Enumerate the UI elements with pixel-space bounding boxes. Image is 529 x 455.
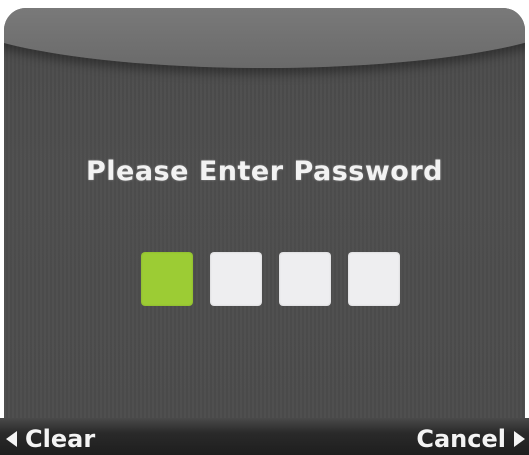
dialog-header xyxy=(4,8,525,68)
arrow-right-icon xyxy=(514,430,525,447)
pin-digit-4[interactable] xyxy=(348,252,400,306)
clear-label: Clear xyxy=(25,424,96,453)
clear-button[interactable]: Clear xyxy=(6,422,95,455)
pin-entry[interactable] xyxy=(141,252,411,308)
password-screen: Please Enter Password Clear Cancel xyxy=(0,0,529,455)
pin-digit-2[interactable] xyxy=(210,252,262,306)
dialog-title: Please Enter Password xyxy=(85,156,444,187)
pin-digit-1[interactable] xyxy=(141,252,193,306)
cancel-button[interactable]: Cancel xyxy=(416,422,525,455)
pin-digit-3[interactable] xyxy=(279,252,331,306)
arrow-left-icon xyxy=(6,430,17,447)
cancel-label: Cancel xyxy=(416,424,506,453)
password-dialog: Please Enter Password xyxy=(4,8,525,428)
